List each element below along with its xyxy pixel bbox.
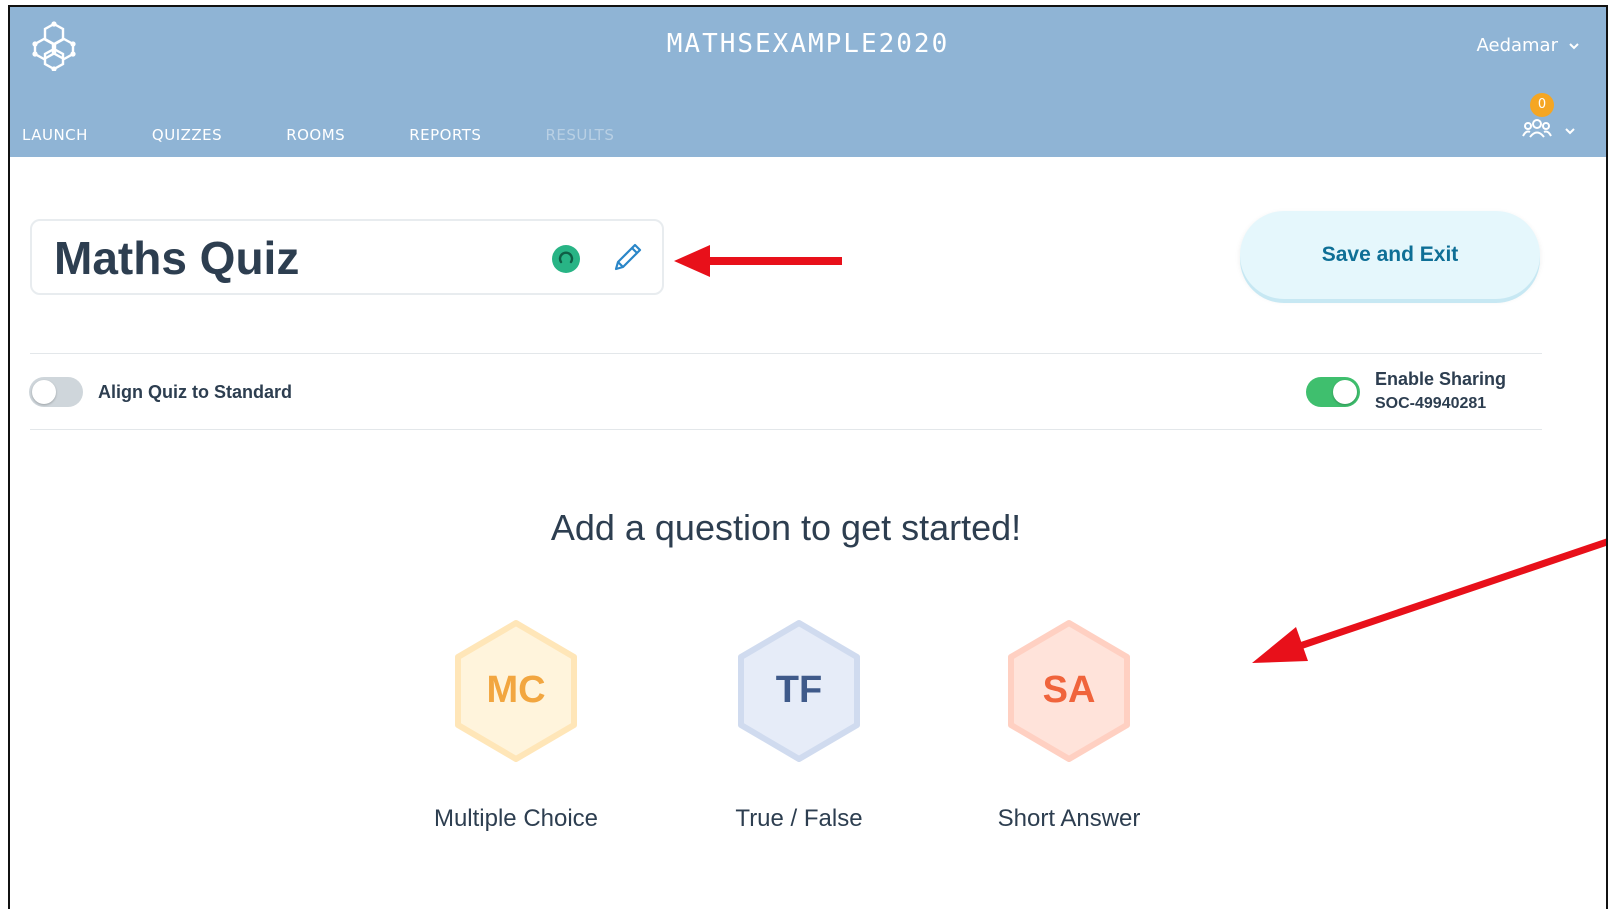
pencil-icon[interactable] — [610, 239, 646, 275]
question-type-short-answer[interactable]: SA Short Answer — [959, 617, 1179, 833]
people-group-icon — [1522, 119, 1552, 138]
chevron-down-icon — [1565, 128, 1575, 135]
sa-abbr: SA — [1042, 669, 1096, 711]
annotation-arrow-diagonal — [1252, 538, 1606, 663]
app-window: MATHSEXAMPLE2020 Aedamar LAUNCH QUIZZES … — [8, 5, 1608, 909]
align-standard-label: Align Quiz to Standard — [98, 382, 292, 402]
divider — [30, 353, 1542, 354]
enable-sharing-label: Enable Sharing — [1375, 369, 1507, 389]
refresh-icon — [558, 251, 574, 264]
activity-menu[interactable]: 0 — [1522, 93, 1586, 143]
mc-label: Multiple Choice — [433, 805, 599, 832]
chevron-down-icon — [1569, 42, 1579, 49]
status-icon — [552, 245, 580, 273]
quiz-title-box[interactable]: Maths Quiz — [30, 219, 664, 295]
question-type-multiple-choice[interactable]: MC Multiple Choice — [406, 617, 626, 833]
user-menu[interactable]: Aedamar — [1477, 35, 1581, 56]
save-and-exit-button[interactable]: Save and Exit — [1240, 211, 1540, 299]
toggle-knob — [1333, 380, 1357, 404]
tf-label: True / False — [735, 805, 863, 832]
class-name: MATHSEXAMPLE2020 — [666, 29, 950, 59]
sharing-code: SOC-49940281 — [1375, 395, 1487, 412]
quiz-title[interactable]: Maths Quiz — [54, 231, 299, 285]
mc-abbr: MC — [486, 669, 546, 711]
nav-rooms[interactable]: ROOMS — [286, 126, 345, 144]
empty-state-prompt: Add a question to get started! — [550, 507, 1022, 548]
divider — [30, 429, 1542, 430]
toggle-knob — [32, 380, 56, 404]
nav-quizzes[interactable]: QUIZZES — [152, 126, 222, 144]
notification-badge: 0 — [1530, 93, 1554, 117]
main-nav: LAUNCH QUIZZES ROOMS REPORTS RESULTS — [22, 126, 678, 144]
enable-sharing-toggle[interactable] — [1306, 377, 1360, 407]
nav-reports[interactable]: REPORTS — [409, 126, 481, 144]
sa-label: Short Answer — [997, 805, 1141, 832]
tf-abbr: TF — [775, 669, 823, 711]
nav-launch[interactable]: LAUNCH — [22, 126, 88, 144]
annotation-arrow-left — [674, 245, 842, 277]
user-name: Aedamar — [1476, 35, 1559, 56]
align-standard-toggle[interactable] — [29, 377, 83, 407]
top-bar: MATHSEXAMPLE2020 Aedamar LAUNCH QUIZZES … — [10, 7, 1606, 157]
nav-results[interactable]: RESULTS — [545, 126, 614, 144]
question-type-true-false[interactable]: TF True / False — [689, 617, 909, 833]
